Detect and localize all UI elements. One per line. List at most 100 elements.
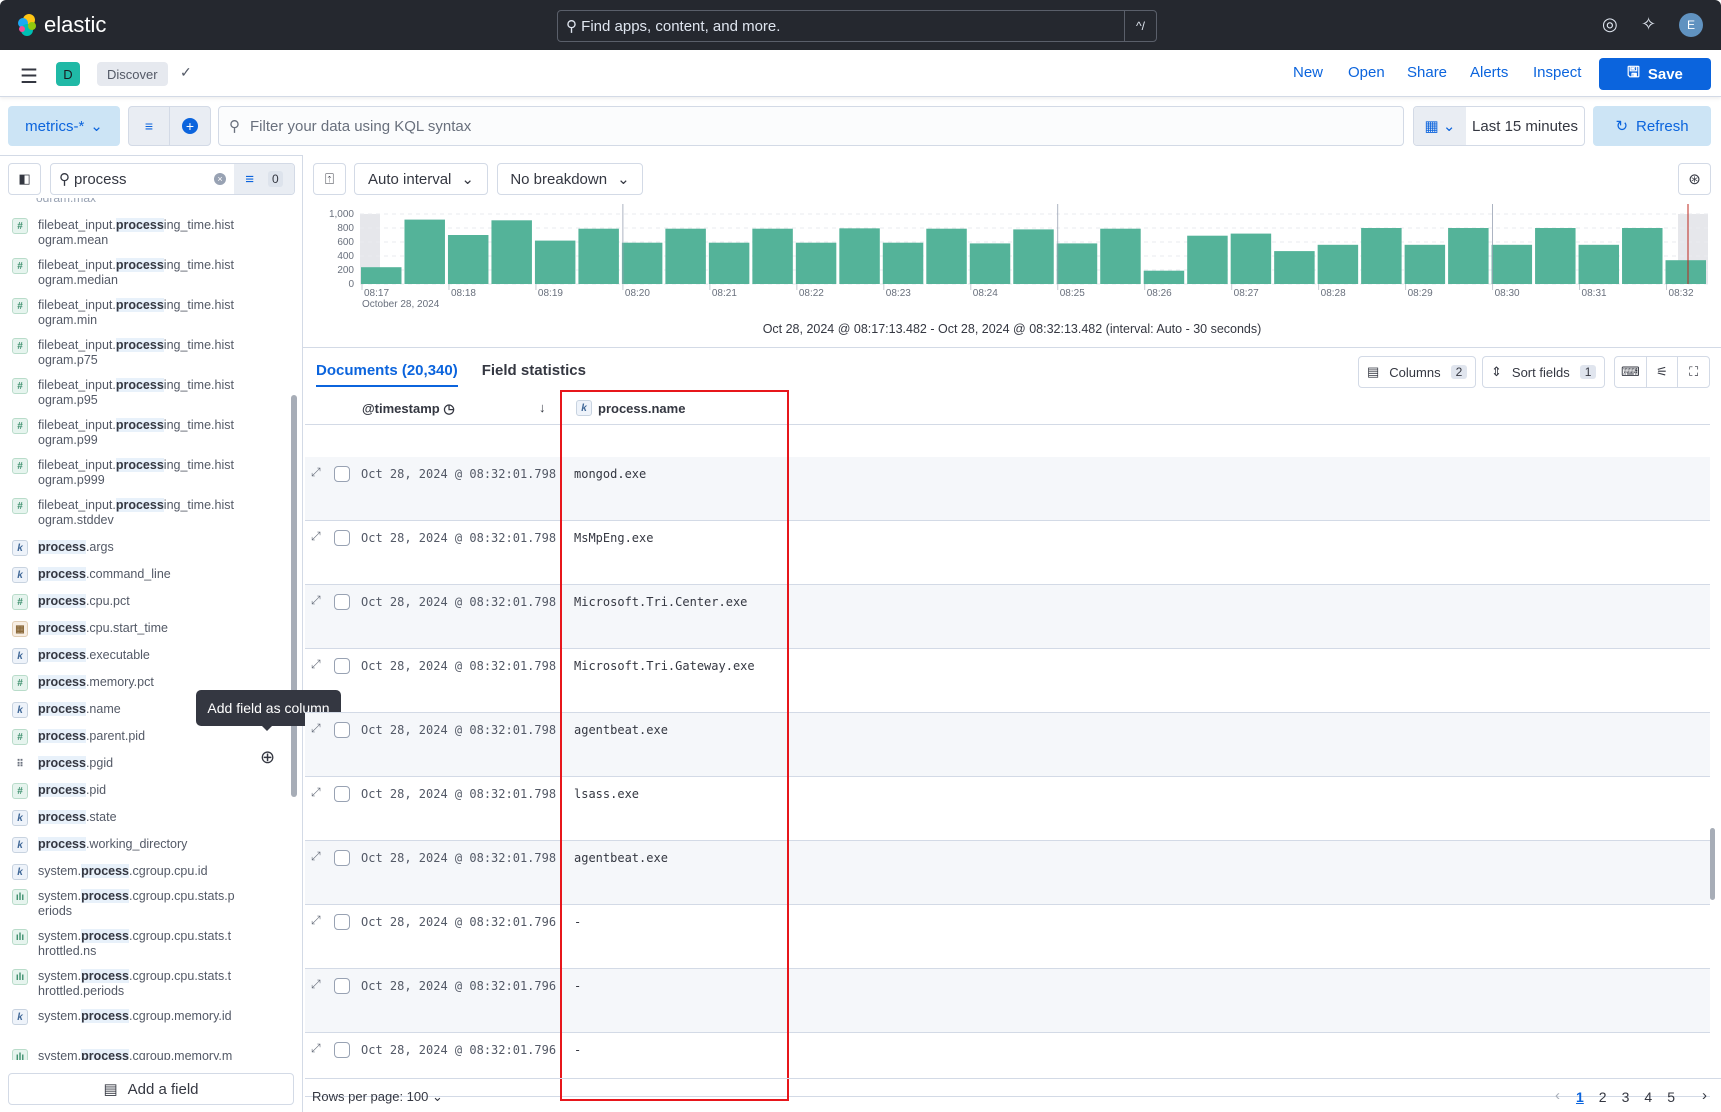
- time-range-label[interactable]: Last 15 minutes: [1466, 107, 1584, 145]
- global-search-input[interactable]: ⚲ Find apps, content, and more. ^/: [557, 10, 1157, 42]
- column-header-timestamp[interactable]: @timestamp ◷: [362, 401, 455, 417]
- news-feed-icon[interactable]: ✧: [1641, 14, 1656, 35]
- add-field-button[interactable]: ▤ Add a field: [8, 1073, 294, 1105]
- field-item[interactable]: # process.cpu.pct: [0, 592, 290, 619]
- expand-icon[interactable]: ⤢: [311, 465, 321, 480]
- row-checkbox[interactable]: [334, 658, 350, 674]
- field-item[interactable]: # filebeat_input.processing_time.histogra…: [0, 298, 290, 338]
- table-scrollbar[interactable]: [1710, 828, 1715, 900]
- field-item[interactable]: ılı system.process.cgroup.cpu.stats.throt…: [0, 969, 290, 1009]
- field-item[interactable]: # process.pid: [0, 781, 290, 808]
- field-item[interactable]: k process.args: [0, 538, 290, 565]
- field-item[interactable]: k system.process.cgroup.cpu.id: [0, 862, 290, 889]
- page-3[interactable]: 3: [1622, 1089, 1630, 1105]
- menu-icon[interactable]: ☰: [20, 64, 38, 89]
- field-item[interactable]: ▦ process.cpu.start_time: [0, 619, 290, 646]
- table-row[interactable]: ⤢ Oct 28, 2024 @ 08:32:01.798 agentbeat.ex…: [305, 713, 1710, 777]
- field-type-filter[interactable]: ≡ 0: [234, 164, 294, 194]
- expand-icon[interactable]: ⤢: [311, 1041, 321, 1056]
- expand-icon[interactable]: ⤢: [311, 721, 321, 736]
- kql-query-input[interactable]: ⚲ Filter your data using KQL syntax: [218, 106, 1404, 146]
- row-checkbox[interactable]: [334, 786, 350, 802]
- field-item[interactable]: ılı system.process.cgroup.cpu.stats.perio…: [0, 889, 290, 929]
- filter-menu-icon[interactable]: ≡: [129, 107, 169, 145]
- save-button[interactable]: 🖫 Save: [1599, 58, 1711, 90]
- field-item[interactable]: k process.state: [0, 808, 290, 835]
- alerts-link[interactable]: Alerts: [1470, 64, 1508, 81]
- table-row[interactable]: ⤢ Oct 28, 2024 @ 08:32:01.798 lsass.exe: [305, 777, 1710, 841]
- collapse-sidebar-icon[interactable]: ◧: [8, 163, 41, 195]
- user-avatar[interactable]: E: [1679, 13, 1703, 37]
- add-filter-icon[interactable]: +: [169, 107, 210, 145]
- table-row[interactable]: ⤢ Oct 28, 2024 @ 08:32:01.798 agentbeat.ex…: [305, 841, 1710, 905]
- sidebar-scrollbar[interactable]: [291, 395, 297, 797]
- data-view-picker[interactable]: metrics-* ⌄: [8, 106, 120, 146]
- field-item[interactable]: k process.executable: [0, 646, 290, 673]
- sort-fields-button[interactable]: ⇕ Sort fields 1: [1482, 356, 1606, 388]
- add-column-icon[interactable]: ⊕: [260, 747, 280, 767]
- expand-icon[interactable]: ⤢: [311, 593, 321, 608]
- breadcrumb[interactable]: Discover: [97, 62, 168, 86]
- table-row[interactable]: ⤢ Oct 28, 2024 @ 08:32:01.798 mongod.exe: [305, 457, 1710, 521]
- expand-icon[interactable]: ⤢: [311, 529, 321, 544]
- prev-page-icon[interactable]: ‹: [1555, 1087, 1560, 1104]
- breakdown-select[interactable]: No breakdown ⌄: [497, 163, 643, 195]
- field-item[interactable]: # filebeat_input.processing_time.histogra…: [0, 378, 290, 418]
- field-item[interactable]: k process.working_directory: [0, 835, 290, 862]
- fullscreen-icon[interactable]: ⛶: [1677, 357, 1709, 387]
- table-row[interactable]: ⤢ Oct 28, 2024 @ 08:32:01.798 Microsoft.Tr…: [305, 585, 1710, 649]
- field-search-input[interactable]: ⚲ process × ≡ 0: [50, 163, 295, 195]
- toggle-chart-icon[interactable]: ⍐: [313, 163, 346, 195]
- rows-per-page-select[interactable]: Rows per page: 100 ⌄: [312, 1089, 443, 1105]
- row-checkbox[interactable]: [334, 850, 350, 866]
- field-item[interactable]: # filebeat_input.processing_time.histogra…: [0, 458, 290, 498]
- row-checkbox[interactable]: [334, 978, 350, 994]
- keyboard-icon[interactable]: ⌨: [1615, 357, 1646, 387]
- field-item[interactable]: # filebeat_input.processing_time.histogra…: [0, 338, 290, 378]
- sort-desc-icon[interactable]: ↓: [539, 400, 546, 415]
- expand-icon[interactable]: ⤢: [311, 785, 321, 800]
- refresh-button[interactable]: ↻ Refresh: [1593, 106, 1711, 146]
- chevron-down-icon[interactable]: ✓: [180, 64, 192, 81]
- table-row[interactable]: ⤢ Oct 28, 2024 @ 08:32:01.798 MsMpEng.exe: [305, 521, 1710, 585]
- time-picker[interactable]: ▦ ⌄ Last 15 minutes: [1413, 106, 1585, 146]
- row-checkbox[interactable]: [334, 466, 350, 482]
- row-checkbox[interactable]: [334, 1042, 350, 1058]
- field-item[interactable]: ⠿ process.pgid: [0, 754, 290, 781]
- field-item[interactable]: k process.command_line: [0, 565, 290, 592]
- inspect-link[interactable]: Inspect: [1533, 64, 1581, 81]
- tab-documents[interactable]: Documents (20,340): [316, 362, 458, 387]
- field-item[interactable]: k system.process.cgroup.memory.id: [0, 1009, 290, 1049]
- page-1[interactable]: 1: [1576, 1089, 1584, 1105]
- field-item[interactable]: # filebeat_input.processing_time.histogra…: [0, 498, 290, 538]
- page-5[interactable]: 5: [1667, 1089, 1675, 1105]
- expand-icon[interactable]: ⤢: [311, 657, 321, 672]
- new-link[interactable]: New: [1293, 64, 1323, 81]
- open-link[interactable]: Open: [1348, 64, 1385, 81]
- tab-field-statistics[interactable]: Field statistics: [482, 362, 586, 387]
- field-item[interactable]: # process.parent.pid: [0, 727, 290, 754]
- display-settings-icon[interactable]: ⚟: [1645, 357, 1678, 387]
- calendar-icon[interactable]: ▦ ⌄: [1414, 107, 1466, 145]
- chart-options-icon[interactable]: ⊛: [1678, 163, 1711, 195]
- field-item[interactable]: ılı system.process.cgroup.memory.mem.usag…: [0, 1049, 290, 1060]
- expand-icon[interactable]: ⤢: [311, 849, 321, 864]
- row-checkbox[interactable]: [334, 594, 350, 610]
- table-row[interactable]: ⤢ Oct 28, 2024 @ 08:32:01.796 -: [305, 905, 1710, 969]
- help-icon[interactable]: ◎: [1602, 14, 1618, 35]
- row-checkbox[interactable]: [334, 530, 350, 546]
- page-4[interactable]: 4: [1644, 1089, 1652, 1105]
- page-2[interactable]: 2: [1599, 1089, 1607, 1105]
- table-row[interactable]: ⤢ Oct 28, 2024 @ 08:32:01.798 Microsoft.Tr…: [305, 649, 1710, 713]
- table-row[interactable]: ⤢ Oct 28, 2024 @ 08:32:01.796 -: [305, 969, 1710, 1033]
- next-page-icon[interactable]: ›: [1702, 1087, 1707, 1104]
- clear-icon[interactable]: ×: [214, 173, 226, 185]
- histogram-chart[interactable]: 1,000 800 600 400 200 0 08:17 08:18 08:19 08:20 08…: [310, 200, 1710, 310]
- expand-icon[interactable]: ⤢: [311, 977, 321, 992]
- columns-button[interactable]: ▤ Columns 2: [1358, 356, 1477, 388]
- field-item[interactable]: ılı system.process.cgroup.cpu.stats.throt…: [0, 929, 290, 969]
- share-link[interactable]: Share: [1407, 64, 1447, 81]
- expand-icon[interactable]: ⤢: [311, 913, 321, 928]
- interval-select[interactable]: Auto interval ⌄: [354, 163, 488, 195]
- row-checkbox[interactable]: [334, 914, 350, 930]
